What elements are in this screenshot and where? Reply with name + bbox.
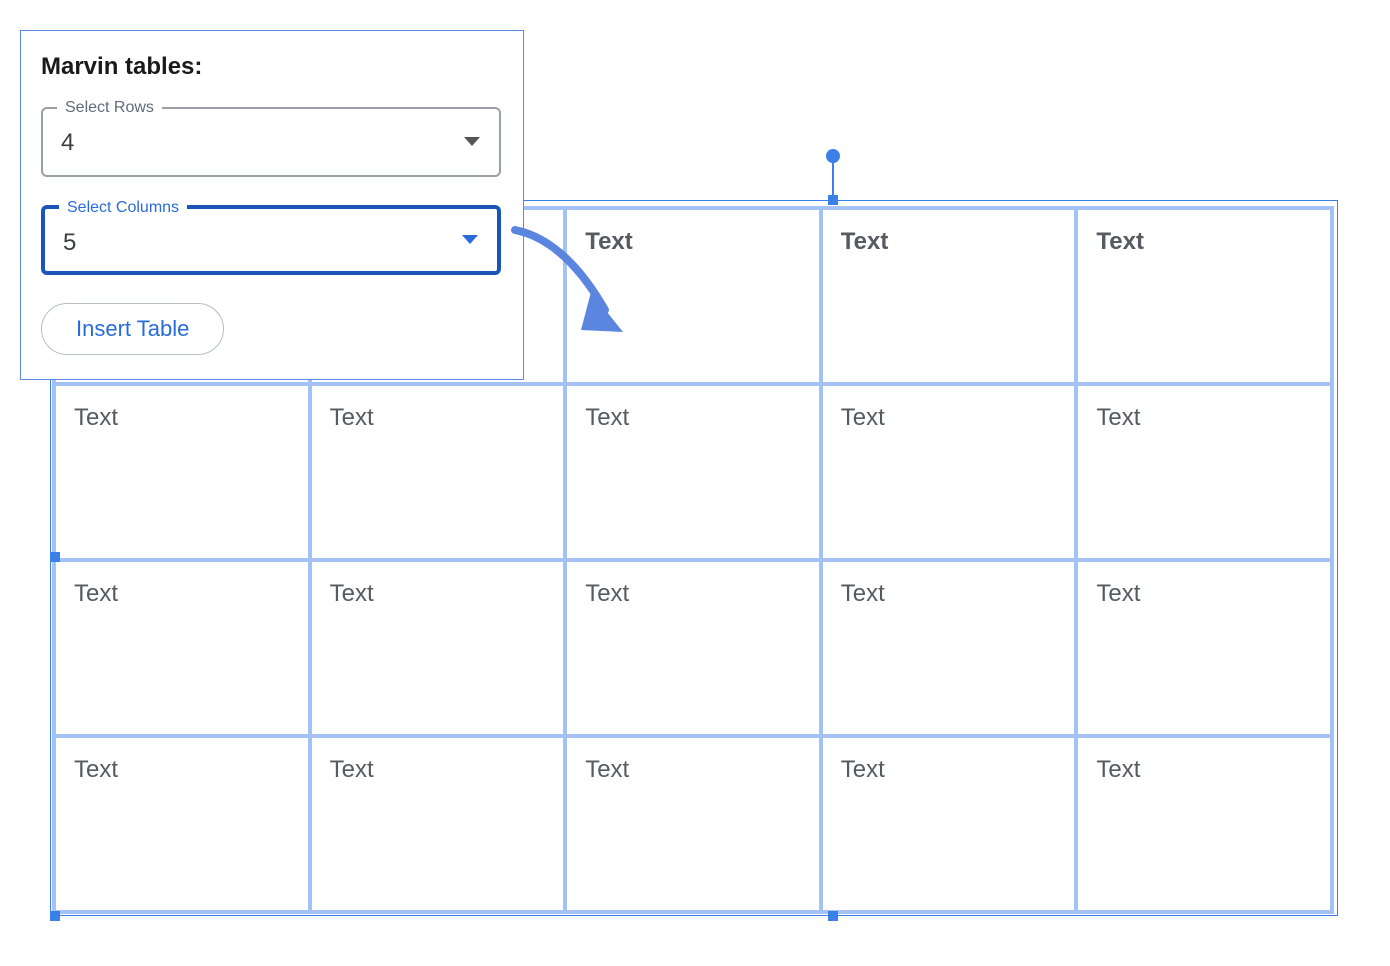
chevron-down-icon (463, 136, 481, 148)
select-columns-label: Select Columns (59, 199, 187, 217)
select-rows-field[interactable]: Select Rows 4 (41, 107, 501, 177)
rotation-handle[interactable] (826, 149, 840, 163)
resize-handle-bottom-left[interactable] (50, 911, 60, 921)
resize-handle-bottom-center[interactable] (828, 911, 838, 921)
design-canvas[interactable]: Text Text Text Text Text Text Text Text … (0, 0, 1390, 966)
insert-table-button-label: Insert Table (76, 316, 189, 342)
select-rows-label: Select Rows (57, 99, 162, 117)
panel-title: Marvin tables: (41, 53, 503, 81)
chevron-down-icon (461, 234, 479, 246)
select-columns-field[interactable]: Select Columns 5 (41, 205, 501, 275)
resize-handle-left-center[interactable] (50, 552, 60, 562)
rotation-handle-stem (832, 160, 834, 200)
marvin-tables-panel[interactable]: Marvin tables: Select Rows 4 Select Colu… (20, 30, 524, 380)
resize-handle-top-center[interactable] (828, 195, 838, 205)
pointer-arrow-icon (505, 220, 665, 360)
insert-table-button[interactable]: Insert Table (41, 303, 224, 355)
